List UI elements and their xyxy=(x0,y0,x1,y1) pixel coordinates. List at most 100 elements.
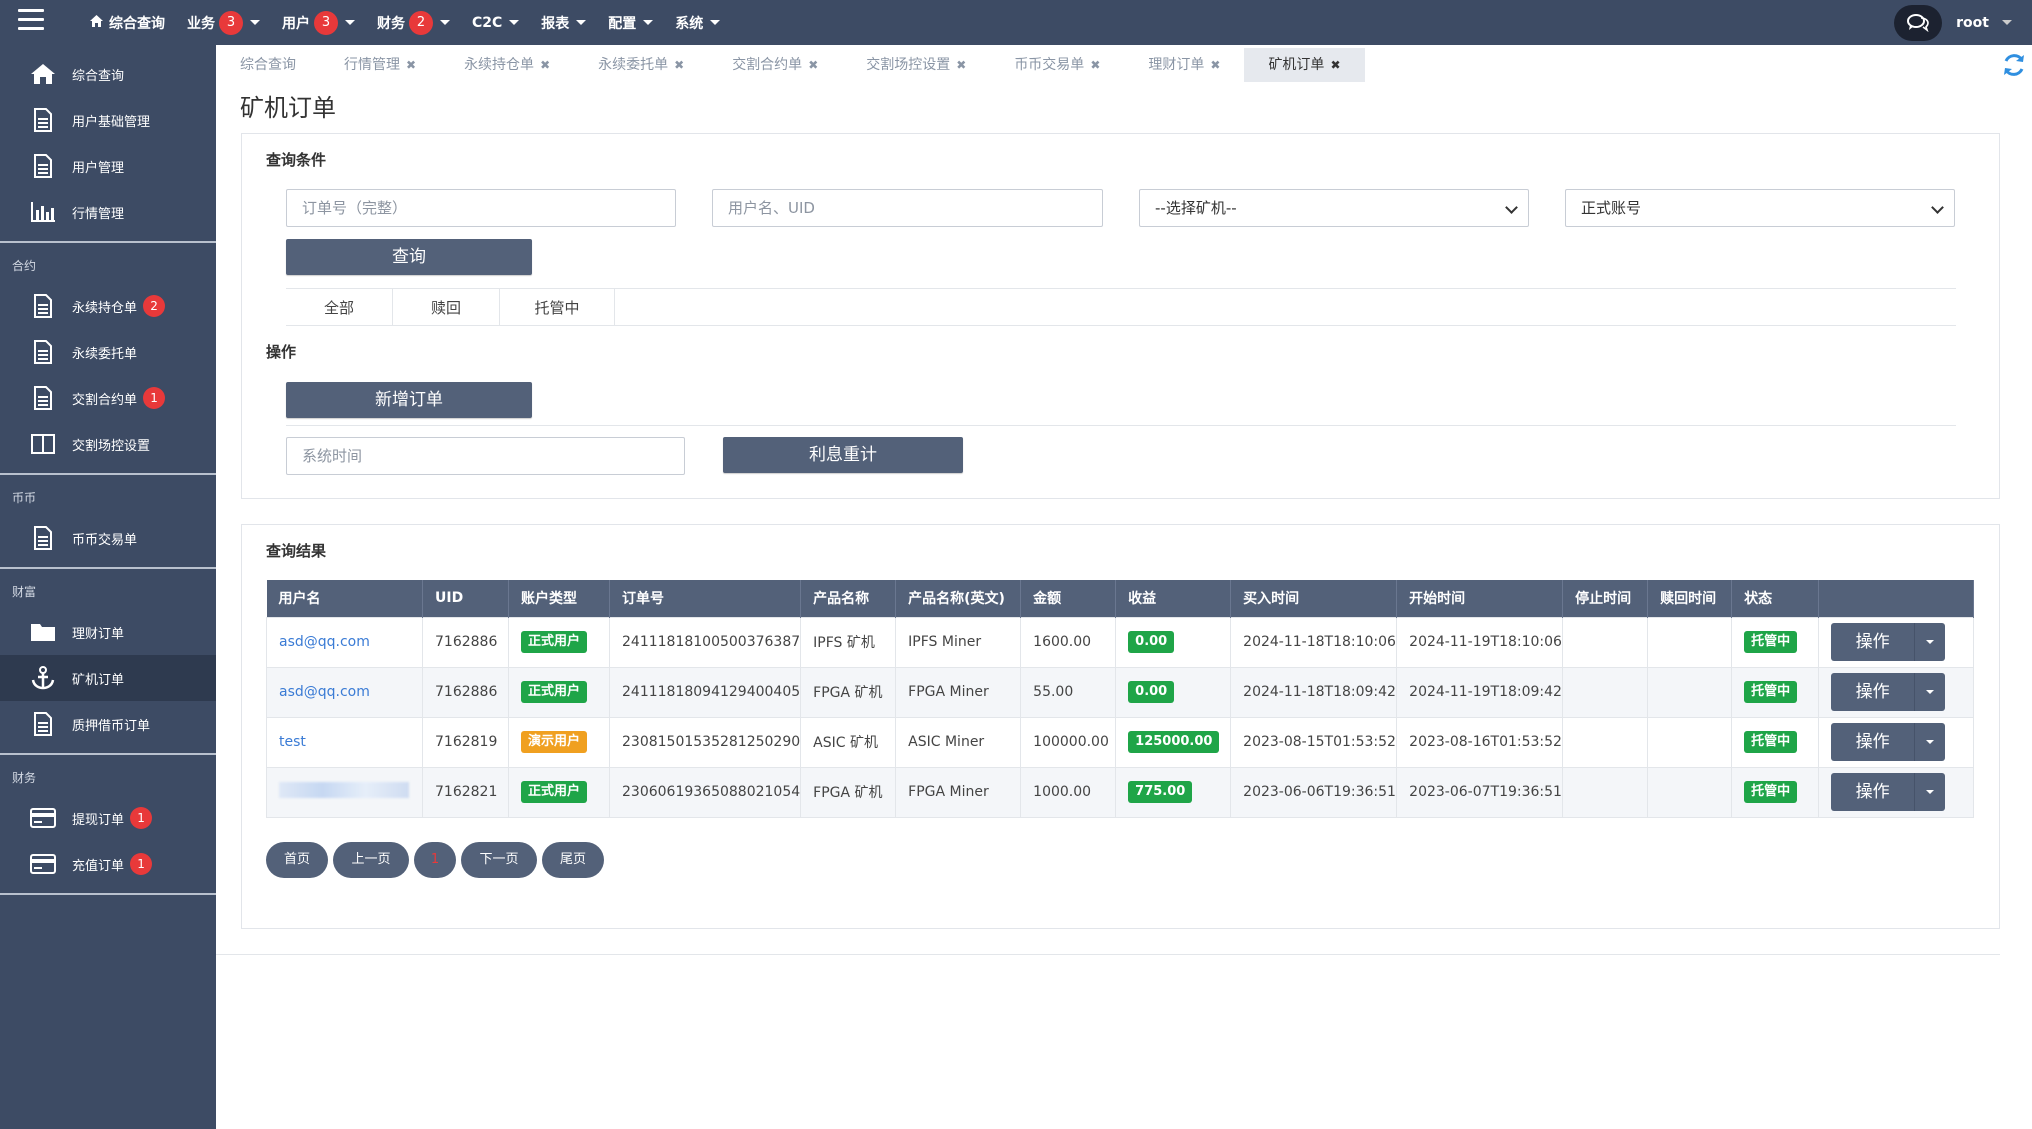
close-icon[interactable]: ✖ xyxy=(1090,58,1100,72)
sidebar-item-overview[interactable]: 综合查询 xyxy=(0,51,216,97)
miner-select[interactable]: --选择矿机-- xyxy=(1139,189,1529,227)
refresh-icon[interactable] xyxy=(2001,52,2027,78)
close-icon[interactable]: ✖ xyxy=(1210,58,1220,72)
chevron-down-icon xyxy=(1926,640,1935,644)
close-icon[interactable]: ✖ xyxy=(540,58,550,72)
sidebar-item-coin-trades[interactable]: 币币交易单 xyxy=(0,515,216,561)
start-time-cell: 2024-11-19T18:09:42 xyxy=(1396,666,1564,718)
next-page-button[interactable]: 下一页 xyxy=(461,842,537,878)
start-time-cell: 2023-08-16T01:53:52 xyxy=(1396,716,1564,768)
sidebar-item-label: 永续委托单 xyxy=(72,346,138,362)
sidebar-item-finance-orders[interactable]: 理财订单 xyxy=(0,609,216,655)
operate-button[interactable]: 操作 xyxy=(1831,673,1916,711)
tab-delivery-control[interactable]: 交割场控设置 ✖ xyxy=(842,48,990,82)
nav-config[interactable]: 配置 xyxy=(608,13,654,33)
sidebar-item-user-basic[interactable]: 用户基础管理 xyxy=(0,97,216,143)
query-heading: 查询条件 xyxy=(266,151,327,169)
account-type-select[interactable]: 正式账号 xyxy=(1565,189,1955,227)
nav-business-label: 业务 xyxy=(187,15,215,32)
sidebar-item-delivery-control[interactable]: 交割场控设置 xyxy=(0,421,216,467)
close-icon[interactable]: ✖ xyxy=(956,58,966,72)
prev-page-button[interactable]: 上一页 xyxy=(333,842,409,878)
col-profit: 收益 xyxy=(1115,580,1232,617)
nav-users[interactable]: 用户 3 xyxy=(282,10,355,35)
close-icon[interactable]: ✖ xyxy=(808,58,818,72)
nav-finance[interactable]: 财务 2 xyxy=(377,10,450,35)
user-name[interactable]: root xyxy=(1956,15,1989,31)
sidebar-item-perpetual-orders[interactable]: 永续委托单 xyxy=(0,329,216,375)
tab-overview[interactable]: 综合查询 xyxy=(216,48,320,82)
username-link[interactable]: test xyxy=(279,734,306,750)
tab-miner-orders[interactable]: 矿机订单 ✖ xyxy=(1244,48,1365,82)
sidebar-badge: 1 xyxy=(130,807,153,829)
sidebar-item-market[interactable]: 行情管理 xyxy=(0,189,216,235)
operate-dropdown-toggle[interactable] xyxy=(1915,623,1946,661)
search-button[interactable]: 查询 xyxy=(286,239,532,275)
username-link[interactable]: asd@qq.com xyxy=(279,684,370,700)
status-badge: 托管中 xyxy=(1744,781,1798,803)
tab-perpetual-positions[interactable]: 永续持仓单 ✖ xyxy=(440,48,574,82)
nav-c2c[interactable]: C2C xyxy=(472,15,520,31)
username-link[interactable]: asd@qq.com xyxy=(279,634,370,650)
amount-cell: 1600.00 xyxy=(1020,616,1117,668)
redacted-username[interactable] xyxy=(279,782,409,798)
tab-coin-trades[interactable]: 币币交易单 ✖ xyxy=(990,48,1124,82)
sidebar-item-label: 充值订单 xyxy=(72,858,125,874)
start-time-cell: 2024-11-19T18:10:06 xyxy=(1396,616,1564,668)
sidebar-item-deposits[interactable]: 充值订单 1 xyxy=(0,841,216,887)
page-number-1[interactable]: 1 xyxy=(414,842,456,878)
sidebar-item-pledge-loans[interactable]: 质押借币订单 xyxy=(0,701,216,747)
chevron-down-icon xyxy=(1926,690,1935,694)
operate-button[interactable]: 操作 xyxy=(1831,723,1916,761)
close-icon[interactable]: ✖ xyxy=(406,58,416,72)
sidebar-item-delivery-contracts[interactable]: 交割合约单 1 xyxy=(0,375,216,421)
sidebar-section-coin: 币币 xyxy=(12,491,37,505)
nav-home[interactable]: 综合查询 xyxy=(90,13,165,33)
user-uid-input[interactable]: 用户名、UID xyxy=(712,189,1103,227)
system-time-input[interactable]: 系统时间 xyxy=(286,437,685,475)
nav-reports[interactable]: 报表 xyxy=(541,13,587,33)
nav-business[interactable]: 业务 3 xyxy=(187,10,260,35)
chat-icon[interactable] xyxy=(1894,4,1943,41)
sidebar-item-withdrawals[interactable]: 提现订单 1 xyxy=(0,795,216,841)
table-row: test 7162819 演示用户 23081501535281250290 A… xyxy=(266,716,1974,768)
tab-label: 综合查询 xyxy=(240,57,296,73)
top-navbar: 综合查询 业务 3 用户 3 财务 2 C2C 报表 配置 系统 root xyxy=(0,0,2032,45)
recalc-interest-button[interactable]: 利息重计 xyxy=(723,437,963,473)
operate-dropdown-toggle[interactable] xyxy=(1915,723,1946,761)
close-icon[interactable]: ✖ xyxy=(674,58,684,72)
close-icon[interactable]: ✖ xyxy=(1330,58,1340,72)
columns-icon xyxy=(30,431,56,457)
nav-system[interactable]: 系统 xyxy=(675,13,721,33)
sidebar-item-miner-orders[interactable]: 矿机订单 xyxy=(0,655,216,701)
operate-button[interactable]: 操作 xyxy=(1831,623,1916,661)
filter-tab-custody[interactable]: 托管中 xyxy=(500,289,615,325)
tab-label: 交割合约单 xyxy=(732,57,803,73)
add-order-button[interactable]: 新增订单 xyxy=(286,382,532,418)
tab-delivery-contracts[interactable]: 交割合约单 ✖ xyxy=(708,48,842,82)
document-icon xyxy=(30,525,56,551)
buy-time-cell: 2023-08-15T01:53:52 xyxy=(1230,716,1398,768)
operate-dropdown-toggle[interactable] xyxy=(1915,773,1946,811)
operate-dropdown-toggle[interactable] xyxy=(1915,673,1946,711)
sidebar-item-label: 永续持仓单 xyxy=(72,300,138,316)
tab-market[interactable]: 行情管理 ✖ xyxy=(320,48,440,82)
operate-button[interactable]: 操作 xyxy=(1831,773,1916,811)
menu-toggle-icon[interactable] xyxy=(18,9,44,31)
tab-perpetual-orders[interactable]: 永续委托单 ✖ xyxy=(574,48,708,82)
status-badge: 托管中 xyxy=(1744,731,1798,753)
order-number-input[interactable]: 订单号（完整） xyxy=(286,189,676,227)
last-page-button[interactable]: 尾页 xyxy=(542,842,604,878)
sidebar-item-users[interactable]: 用户管理 xyxy=(0,143,216,189)
filter-tab-all[interactable]: 全部 xyxy=(286,289,393,325)
sidebar-item-perpetual-positions[interactable]: 永续持仓单 2 xyxy=(0,283,216,329)
tab-finance-orders[interactable]: 理财订单 ✖ xyxy=(1124,48,1244,82)
chevron-down-icon[interactable] xyxy=(2002,20,2012,25)
amount-cell: 1000.00 xyxy=(1020,766,1117,818)
nav-config-label: 配置 xyxy=(608,15,637,32)
first-page-button[interactable]: 首页 xyxy=(266,842,328,878)
sidebar-section-finance: 财务 xyxy=(12,771,37,785)
profit-badge: 0.00 xyxy=(1128,631,1175,653)
table-row: asd@qq.com 7162886 正式用户 2411181809412940… xyxy=(266,666,1974,718)
filter-tab-redeemed[interactable]: 赎回 xyxy=(393,289,500,325)
